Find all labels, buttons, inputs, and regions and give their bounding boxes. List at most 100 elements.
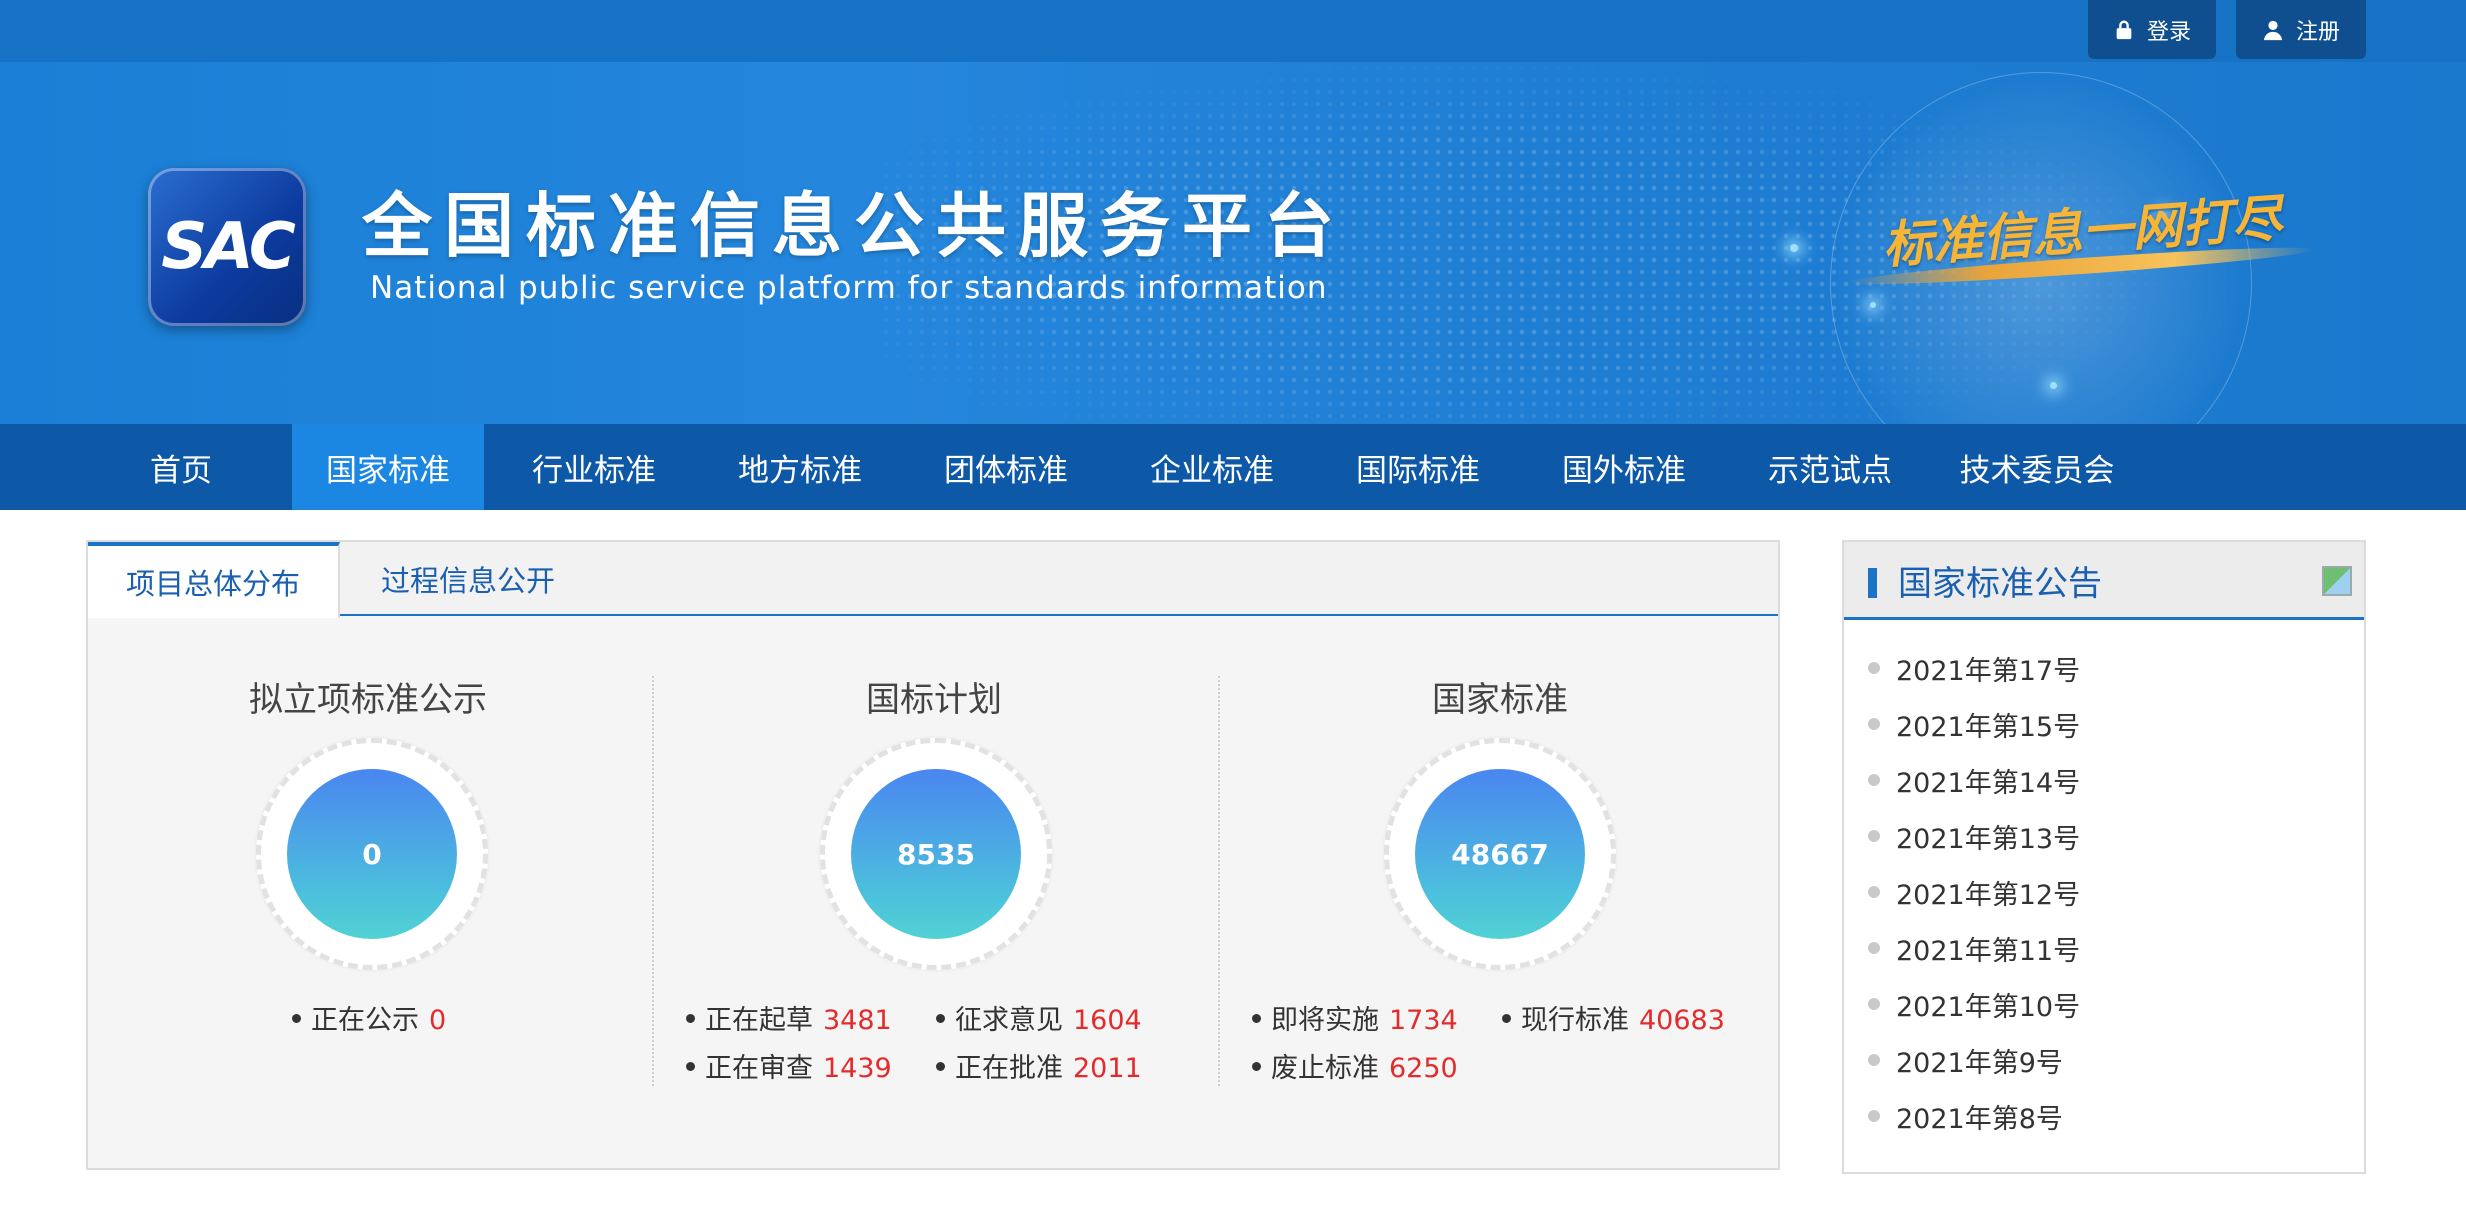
announcement-label: 2021年第12号 [1896, 879, 2081, 911]
stat-label: 废止标准 [1271, 1053, 1379, 1084]
announcement-label: 2021年第11号 [1896, 935, 2081, 967]
nav-item-local-standards[interactable]: 地方标准 [706, 424, 894, 510]
announcement-label: 2021年第13号 [1896, 823, 2081, 855]
column-divider [1218, 676, 1220, 1086]
stat-item[interactable]: 正在公示 0 [292, 998, 446, 1037]
total-ring[interactable]: 48667 [1384, 738, 1616, 970]
bullet-icon [686, 1014, 695, 1023]
tab-project-distribution[interactable]: 项目总体分布 [88, 542, 340, 618]
bullet-icon [1502, 1014, 1511, 1023]
column-title: 国标计划 [866, 680, 1002, 720]
column-divider [652, 676, 654, 1086]
bullet-icon [1868, 942, 1880, 954]
register-label: 注册 [2295, 19, 2340, 45]
announcement-label: 2021年第17号 [1896, 655, 2081, 687]
announcement-item[interactable]: 2021年第15号 [1844, 696, 2364, 752]
announcement-item[interactable]: 2021年第9号 [1844, 1032, 2364, 1088]
total-ring[interactable]: 0 [256, 738, 488, 970]
stat-value: 1604 [1073, 1005, 1142, 1036]
top-bar: 登录 注册 [0, 0, 2466, 62]
login-button[interactable]: 登录 [2088, 0, 2216, 59]
bullet-icon [1868, 998, 1880, 1010]
stat-value: 2011 [1073, 1053, 1142, 1084]
total-ring[interactable]: 8535 [820, 738, 1052, 970]
announcement-list: 2021年第17号 2021年第15号 2021年第14号 2021年第13号 … [1844, 640, 2364, 1144]
column-title: 拟立项标准公示 [249, 680, 487, 720]
banner: SAC 全国标准信息公共服务平台 National public service… [0, 62, 2466, 424]
total-count: 48667 [1415, 769, 1585, 939]
panel-tabs: 项目总体分布 过程信息公开 [88, 542, 1778, 618]
announcement-item[interactable]: 2021年第11号 [1844, 920, 2364, 976]
nav-item-technical-committees[interactable]: 技术委员会 [1942, 424, 2132, 510]
stat-label: 征求意见 [955, 1005, 1063, 1036]
stat-item[interactable]: 正在批准 2011 [936, 1046, 1142, 1085]
bullet-icon [686, 1062, 695, 1071]
announcement-item[interactable]: 2021年第10号 [1844, 976, 2364, 1032]
bullet-icon [1868, 1110, 1880, 1122]
stat-item[interactable]: 现行标准 40683 [1502, 998, 1725, 1037]
stat-value: 6250 [1389, 1053, 1458, 1084]
bullet-icon [1868, 718, 1880, 730]
stat-item[interactable]: 征求意见 1604 [936, 998, 1142, 1037]
site-title: 全国标准信息公共服务平台 [362, 185, 1346, 267]
announcement-label: 2021年第10号 [1896, 991, 2081, 1023]
bullet-icon [1868, 662, 1880, 674]
column-title: 国家标准 [1432, 680, 1568, 720]
logo-text: SAC [161, 210, 296, 284]
lock-icon [2116, 20, 2132, 39]
nav-item-group-standards[interactable]: 团体标准 [912, 424, 1100, 510]
bullet-icon [936, 1062, 945, 1071]
stat-item[interactable]: 正在起草 3481 [686, 998, 892, 1037]
stat-value: 40683 [1639, 1005, 1725, 1036]
announcement-item[interactable]: 2021年第8号 [1844, 1088, 2364, 1144]
announcement-item[interactable]: 2021年第14号 [1844, 752, 2364, 808]
bullet-icon [1868, 830, 1880, 842]
bullet-icon [1252, 1062, 1261, 1071]
bullet-icon [292, 1014, 301, 1023]
stat-label: 即将实施 [1271, 1005, 1379, 1036]
announcement-label: 2021年第15号 [1896, 711, 2081, 743]
stat-item[interactable]: 正在审查 1439 [686, 1046, 892, 1085]
stat-label: 正在审查 [705, 1053, 813, 1084]
stat-label: 正在公示 [311, 1005, 419, 1036]
announcement-label: 2021年第8号 [1896, 1103, 2063, 1135]
nav-item-national-standards[interactable]: 国家标准 [292, 424, 484, 510]
stat-value: 3481 [823, 1005, 892, 1036]
stat-value: 1439 [823, 1053, 892, 1084]
user-icon [2263, 20, 2283, 40]
announcement-item[interactable]: 2021年第13号 [1844, 808, 2364, 864]
nav-item-international-standards[interactable]: 国际标准 [1324, 424, 1512, 510]
main-nav: 首页 国家标准 行业标准 地方标准 团体标准 企业标准 国际标准 国外标准 示范… [0, 424, 2466, 510]
nav-item-home[interactable]: 首页 [124, 424, 238, 510]
header-accent-bar [1868, 568, 1877, 598]
broken-image-icon[interactable] [2322, 566, 2352, 596]
glow-dot [1790, 244, 1798, 252]
total-count: 8535 [851, 769, 1021, 939]
announcement-label: 2021年第9号 [1896, 1047, 2063, 1079]
stat-item[interactable]: 即将实施 1734 [1252, 998, 1458, 1037]
stat-item[interactable]: 废止标准 6250 [1252, 1046, 1458, 1085]
glow-dot [1870, 302, 1876, 308]
bullet-icon [1868, 774, 1880, 786]
register-button[interactable]: 注册 [2236, 0, 2366, 59]
announcement-item[interactable]: 2021年第12号 [1844, 864, 2364, 920]
announcement-item[interactable]: 2021年第17号 [1844, 640, 2364, 696]
sac-logo[interactable]: SAC [148, 168, 306, 326]
stat-label: 正在起草 [705, 1005, 813, 1036]
stat-label: 现行标准 [1521, 1005, 1629, 1036]
total-count: 0 [287, 769, 457, 939]
announcement-label: 2021年第14号 [1896, 767, 2081, 799]
stat-label: 正在批准 [955, 1053, 1063, 1084]
nav-item-enterprise-standards[interactable]: 企业标准 [1118, 424, 1306, 510]
nav-item-industry-standards[interactable]: 行业标准 [500, 424, 688, 510]
tab-process-disclosure[interactable]: 过程信息公开 [340, 542, 596, 616]
nav-item-demonstration-pilots[interactable]: 示范试点 [1736, 424, 1924, 510]
site-subtitle: National public service platform for sta… [370, 270, 1328, 306]
stat-value: 0 [429, 1005, 447, 1036]
glow-dot [2050, 382, 2057, 389]
login-label: 登录 [2146, 19, 2191, 45]
side-title: 国家标准公告 [1898, 564, 2102, 604]
project-distribution-panel: 项目总体分布 过程信息公开 拟立项标准公示 0 正在公示 0 国标计划 8535 … [86, 540, 1780, 1170]
bullet-icon [1868, 1054, 1880, 1066]
nav-item-foreign-standards[interactable]: 国外标准 [1530, 424, 1718, 510]
